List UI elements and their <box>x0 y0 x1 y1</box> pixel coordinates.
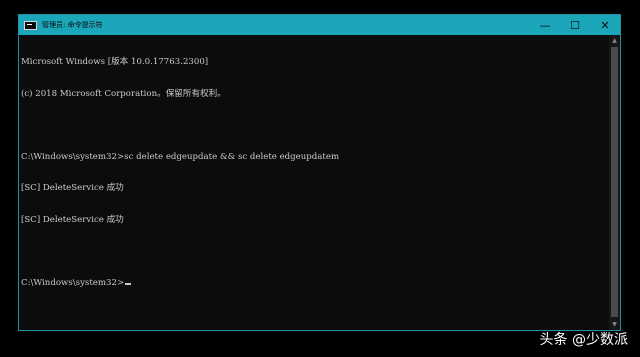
prompt-line[interactable]: C:\Windows\system32> <box>21 278 608 289</box>
watermark-text: 头条 @少数派 <box>539 332 628 348</box>
window-title: 管理员: 命令提示符 <box>42 21 103 29</box>
console-line: C:\Windows\system32>sc delete edgeupdate… <box>21 151 340 162</box>
title-bar[interactable]: 管理员: 命令提示符 — ☐ ✕ <box>19 15 620 35</box>
vertical-scrollbar[interactable]: ▲ ▼ <box>609 35 620 330</box>
prompt-text: C:\Windows\system32> <box>21 277 125 288</box>
close-button[interactable]: ✕ <box>590 15 620 35</box>
text-cursor <box>125 282 132 285</box>
console-line: [SC] DeleteService 成功 <box>21 183 124 193</box>
console-line: Microsoft Windows [版本 10.0.17763.2300] <box>21 57 209 67</box>
console-output[interactable]: Microsoft Windows [版本 10.0.17763.2300] (… <box>19 35 608 330</box>
maximize-button[interactable]: ☐ <box>560 15 590 35</box>
console-line: (c) 2018 Microsoft Corporation。保留所有权利。 <box>21 88 226 99</box>
scroll-thumb[interactable] <box>611 47 618 317</box>
window-controls: — ☐ ✕ <box>530 15 620 35</box>
command-prompt-window: 管理员: 命令提示符 — ☐ ✕ Microsoft Windows [版本 1… <box>18 14 621 331</box>
console-app-icon <box>24 20 37 30</box>
console-line: [SC] DeleteService 成功 <box>21 214 124 225</box>
scroll-up-arrow-icon[interactable]: ▲ <box>609 35 620 46</box>
minimize-button[interactable]: — <box>530 15 560 35</box>
